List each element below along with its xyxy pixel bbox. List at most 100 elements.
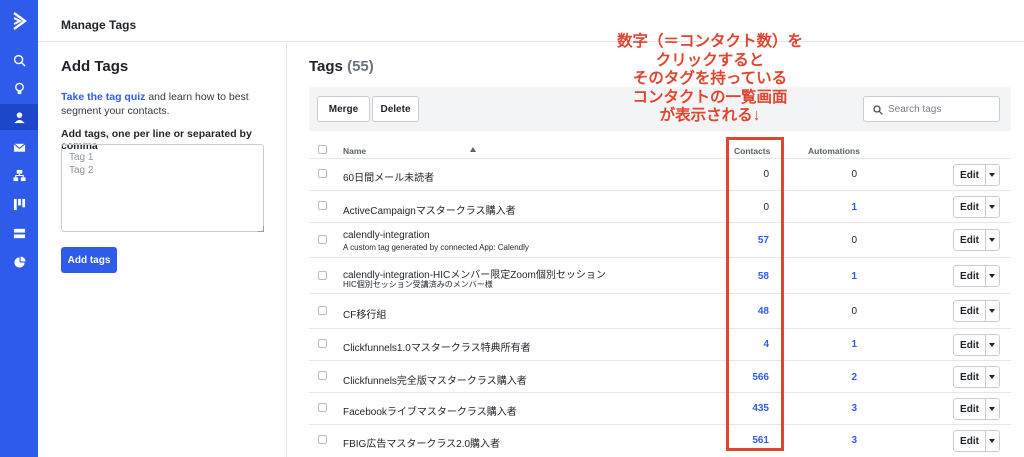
table-row: Clickfunnels完全版マスタークラス購入者 566 2 Edit <box>309 361 1011 393</box>
add-tags-button[interactable]: Add tags <box>61 247 117 273</box>
edit-button-group: Edit <box>953 430 1000 452</box>
row-checkbox[interactable] <box>318 271 327 280</box>
row-checkbox[interactable] <box>318 339 327 348</box>
tag-name[interactable]: 60日間メール未読者 <box>343 169 434 184</box>
tag-description: A custom tag generated by connected App:… <box>343 243 529 252</box>
pipeline-icon[interactable] <box>0 191 38 217</box>
edit-button[interactable]: Edit <box>954 399 986 419</box>
table-row: calendly-integration A custom tag genera… <box>309 223 1011 258</box>
resize-handle-icon[interactable] <box>258 226 264 232</box>
list-icon[interactable] <box>0 220 38 246</box>
quiz-text: Take the tag quiz and learn how to best … <box>61 90 251 118</box>
tag-name[interactable]: FBIG広告マスタークラス2.0購入者 <box>343 435 500 450</box>
automations-count[interactable]: 2 <box>817 372 857 383</box>
tags-heading: Tags (55) <box>309 58 374 75</box>
select-all-checkbox[interactable] <box>318 145 327 154</box>
automations-count: 0 <box>851 306 857 317</box>
row-checkbox[interactable] <box>318 235 327 244</box>
tag-quiz-link[interactable]: Take the tag quiz <box>61 91 145 103</box>
chevron-down-icon[interactable] <box>989 238 995 242</box>
contacts-icon[interactable] <box>0 104 44 130</box>
chevron-down-icon[interactable] <box>989 309 995 313</box>
column-automations[interactable]: Automations <box>808 146 860 156</box>
edit-button[interactable]: Edit <box>954 301 986 321</box>
automations-count[interactable]: 1 <box>817 339 857 350</box>
tag-description: HIC個別セッション受講済みのメンバー様 <box>343 280 493 289</box>
page-title: Manage Tags <box>61 18 137 32</box>
row-checkbox[interactable] <box>318 435 327 444</box>
tag-name[interactable]: Clickfunnels完全版マスタークラス購入者 <box>343 372 527 387</box>
annotation-line: クリックすると <box>655 51 765 69</box>
chevron-down-icon[interactable] <box>989 407 995 411</box>
column-name[interactable]: Name <box>343 146 366 156</box>
add-tags-heading: Add Tags <box>61 58 129 75</box>
edit-button-group: Edit <box>953 300 1000 322</box>
tag-name[interactable]: CF移行組 <box>343 306 386 321</box>
tag-name[interactable]: Clickfunnels1.0マスタークラス特典所有者 <box>343 339 531 354</box>
row-checkbox[interactable] <box>318 201 327 210</box>
edit-button-group: Edit <box>953 366 1000 388</box>
automations-count[interactable]: 1 <box>817 202 857 213</box>
table-row: 60日間メール未読者 0 0 Edit <box>309 159 1011 191</box>
edit-button[interactable]: Edit <box>954 335 986 355</box>
annotation-callout: 数字（＝コンタクト数）を クリックすると そのタグを持っている コンタクトの一覧… <box>592 33 828 126</box>
chevron-down-icon[interactable] <box>989 205 995 209</box>
table-header: Name Contacts Automations <box>309 141 1011 159</box>
edit-button[interactable]: Edit <box>954 165 986 185</box>
automations-count[interactable]: 3 <box>817 435 857 446</box>
edit-button-group: Edit <box>953 334 1000 356</box>
edit-button-group: Edit <box>953 164 1000 186</box>
lightbulb-icon[interactable] <box>0 75 38 101</box>
row-checkbox[interactable] <box>318 169 327 178</box>
edit-button[interactable]: Edit <box>954 431 986 451</box>
contacts-highlight-box <box>726 137 784 451</box>
chevron-down-icon[interactable] <box>989 343 995 347</box>
chevron-down-icon[interactable] <box>989 274 995 278</box>
merge-button[interactable]: Merge <box>317 96 370 122</box>
table-row: ActiveCampaignマスタークラス購入者 0 1 Edit <box>309 191 1011 223</box>
chevron-down-icon[interactable] <box>989 173 995 177</box>
annotation-line: 数字（＝コンタクト数）を <box>616 33 803 50</box>
automations-count[interactable]: 1 <box>817 271 857 282</box>
tags-count: (55) <box>347 58 374 75</box>
tag-name[interactable]: ActiveCampaignマスタークラス購入者 <box>343 202 516 217</box>
tag-name[interactable]: calendly-integration <box>343 230 430 241</box>
logo-chevron-icon[interactable] <box>0 0 38 42</box>
annotation-line: コンタクトの一覧画面 <box>632 88 788 106</box>
edit-button[interactable]: Edit <box>954 266 986 286</box>
sidebar <box>0 0 44 457</box>
reports-pie-icon[interactable] <box>0 249 38 275</box>
sort-ascending-icon[interactable] <box>470 147 476 152</box>
automations-count: 0 <box>851 235 857 246</box>
add-tags-panel: Add Tags Take the tag quiz and learn how… <box>38 43 287 457</box>
tag-name[interactable]: Facebookライブマスタークラス購入者 <box>343 403 517 418</box>
edit-button-group: Edit <box>953 398 1000 420</box>
edit-button[interactable]: Edit <box>954 230 986 250</box>
search-tags-input[interactable]: Search tags <box>863 96 1000 122</box>
automations-count: 0 <box>851 169 857 180</box>
envelope-icon[interactable] <box>0 134 38 160</box>
top-bar: Manage Tags <box>38 0 1024 42</box>
edit-button[interactable]: Edit <box>954 367 986 387</box>
search-icon <box>873 105 883 115</box>
annotation-line: が表示される↓ <box>659 107 761 124</box>
table-row: Clickfunnels1.0マスタークラス特典所有者 4 1 Edit <box>309 329 1011 361</box>
row-checkbox[interactable] <box>318 306 327 315</box>
table-row: calendly-integration-HICメンバー限定Zoom個別セッショ… <box>309 258 1011 294</box>
automation-icon[interactable] <box>0 162 38 188</box>
annotation-line: そのタグを持っている <box>632 70 788 87</box>
tags-textarea[interactable]: Tag 1 Tag 2 <box>61 144 264 232</box>
automations-count[interactable]: 3 <box>817 403 857 414</box>
row-checkbox[interactable] <box>318 371 327 380</box>
row-checkbox[interactable] <box>318 403 327 412</box>
search-icon[interactable] <box>0 47 38 73</box>
edit-button-group: Edit <box>953 196 1000 218</box>
edit-button-group: Edit <box>953 265 1000 287</box>
edit-button[interactable]: Edit <box>954 197 986 217</box>
delete-button[interactable]: Delete <box>372 96 419 122</box>
table-row: Facebookライブマスタークラス購入者 435 3 Edit <box>309 393 1011 425</box>
chevron-down-icon[interactable] <box>989 375 995 379</box>
edit-button-group: Edit <box>953 229 1000 251</box>
tags-title: Tags <box>309 58 343 75</box>
chevron-down-icon[interactable] <box>989 439 995 443</box>
